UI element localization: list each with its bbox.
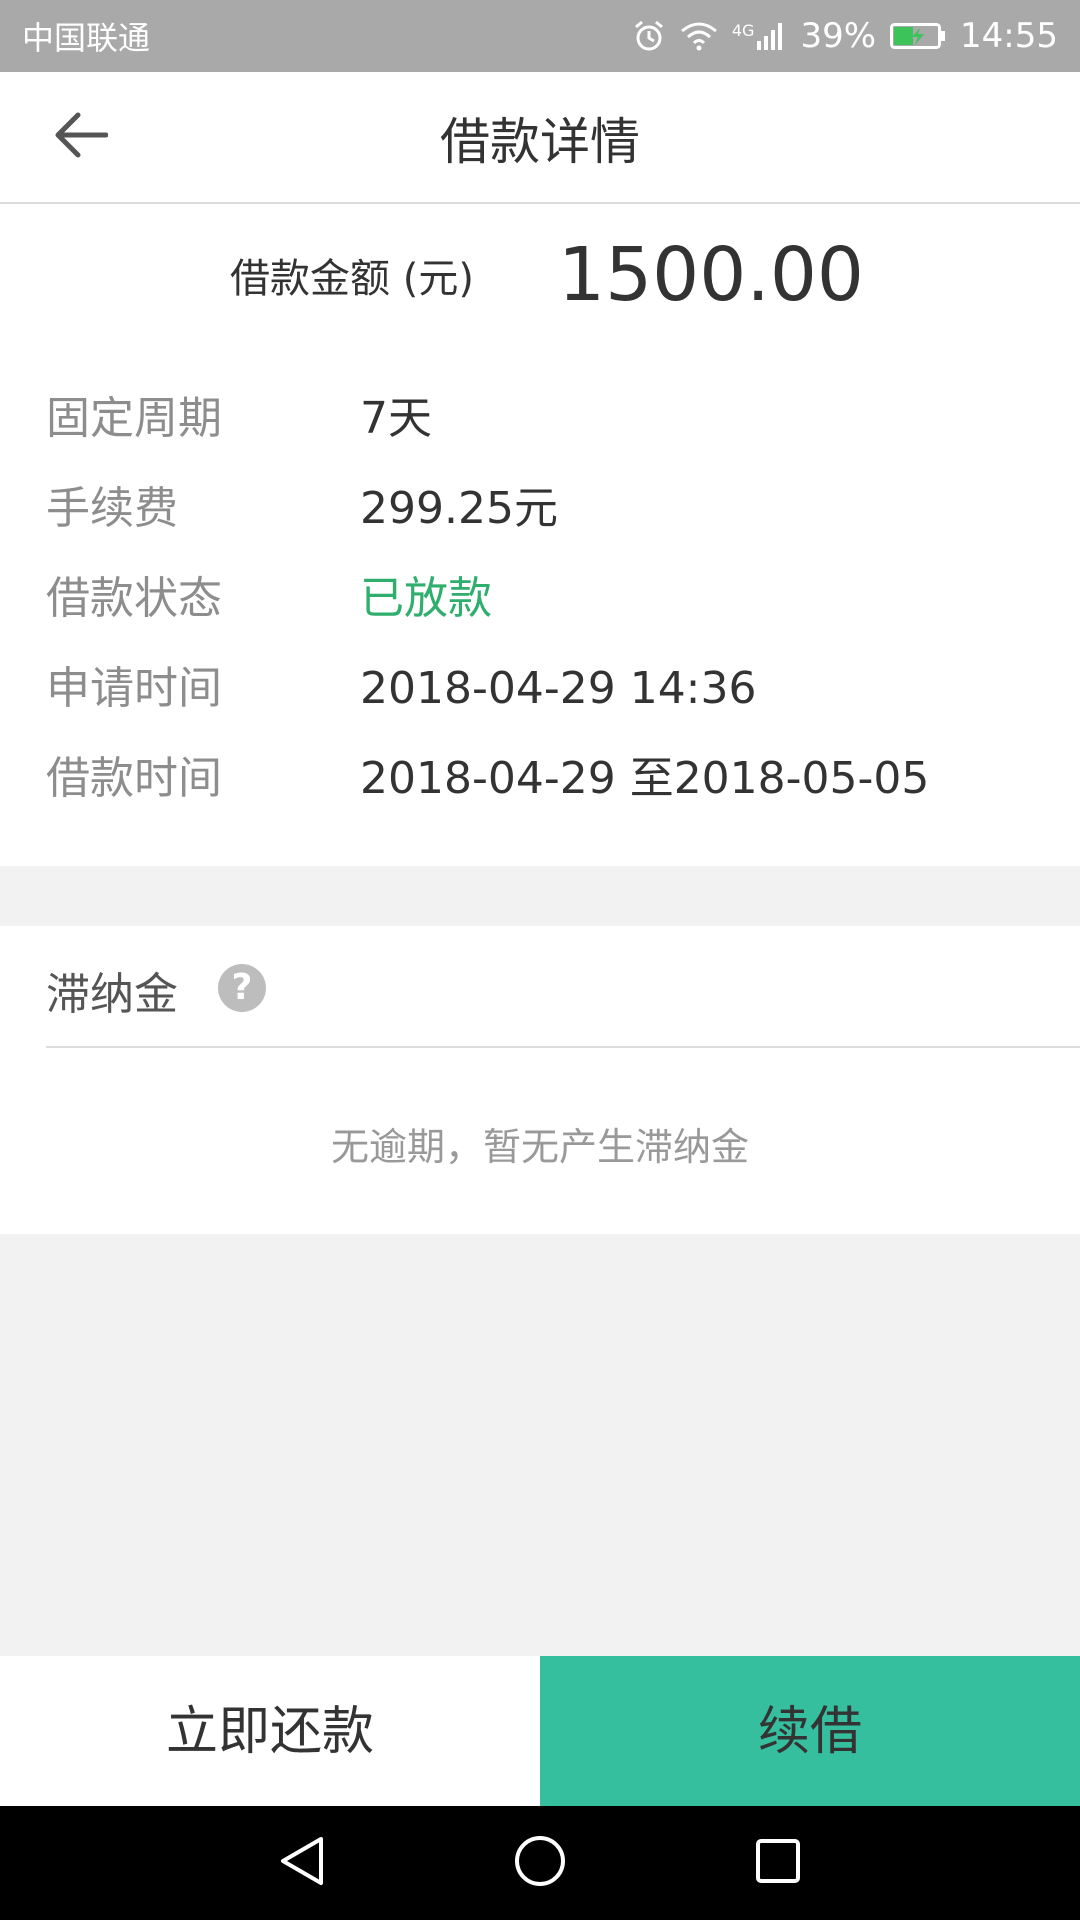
detail-value: 7天 (360, 393, 432, 444)
detail-value: 299.25元 (360, 483, 558, 534)
page-title: 借款详情 (440, 113, 640, 171)
wifi-icon (680, 21, 718, 51)
late-fee-message: 无逾期，暂无产生滞纳金 (330, 1125, 749, 1169)
detail-row-fee: 手续费 299.25元 (46, 474, 1046, 544)
question-circle-icon[interactable]: ? (218, 964, 266, 1012)
late-fee-card: 滞纳金 ? 无逾期，暂无产生滞纳金 (0, 926, 1080, 1234)
loan-amount-label: 借款金额 (元) (230, 256, 474, 302)
nav-recents-button[interactable] (748, 1833, 808, 1893)
repay-now-button[interactable]: 立即还款 (0, 1656, 540, 1806)
detail-row-status: 借款状态 已放款 (46, 564, 1046, 634)
back-triangle-icon (277, 1835, 327, 1891)
detail-value: 2018-04-29 14:36 (360, 663, 757, 714)
nav-back-button[interactable] (272, 1833, 332, 1893)
carrier-name: 中国联通 (22, 19, 151, 57)
loan-details-card: 借款金额 (元) 1500.00 固定周期 7天 手续费 299.25元 借款状… (0, 204, 1080, 866)
battery-percent: 39% (800, 16, 877, 56)
detail-label: 借款状态 (46, 573, 222, 624)
nav-home-button[interactable] (510, 1833, 570, 1893)
status-bar: 中国联通 4G 39% 14:55 (0, 0, 1080, 72)
detail-label: 申请时间 (46, 663, 222, 714)
app-header: 借款详情 (0, 72, 1080, 204)
alarm-icon (632, 19, 666, 53)
detail-row-period: 固定周期 7天 (46, 384, 1046, 454)
bottom-action-bar: 立即还款 续借 (0, 1656, 1080, 1806)
loan-amount-value: 1500.00 (558, 232, 865, 318)
detail-label: 固定周期 (46, 393, 222, 444)
signal-icon: 4G (732, 21, 787, 51)
home-circle-icon (513, 1834, 567, 1892)
divider (46, 1046, 1080, 1048)
network-type: 4G (731, 21, 755, 40)
loan-status-value: 已放款 (360, 573, 492, 624)
detail-row-loan-period: 借款时间 2018-04-29 至2018-05-05 (46, 744, 1046, 814)
late-fee-title: 滞纳金 (46, 969, 178, 1020)
battery-charging-icon (890, 21, 946, 51)
recents-square-icon (754, 1837, 802, 1889)
detail-label: 借款时间 (46, 753, 222, 804)
detail-label: 手续费 (46, 483, 178, 534)
clock: 14:55 (960, 16, 1058, 56)
status-icons: 4G 39% 14:55 (632, 16, 1058, 56)
renew-loan-button[interactable]: 续借 (540, 1656, 1080, 1806)
detail-value: 2018-04-29 至2018-05-05 (360, 753, 930, 804)
system-nav-bar (0, 1806, 1080, 1920)
detail-row-apply-time: 申请时间 2018-04-29 14:36 (46, 654, 1046, 724)
